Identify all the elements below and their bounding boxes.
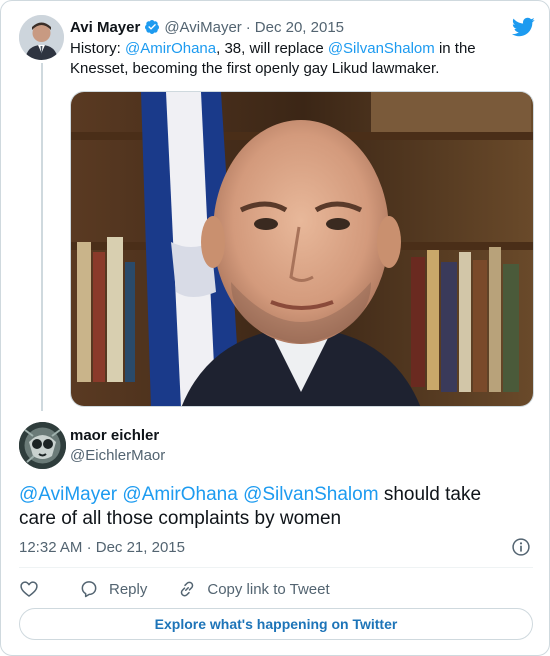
mention-link[interactable]: @AviMayer	[19, 484, 117, 505]
parent-author-name[interactable]: Avi Mayer	[70, 19, 140, 36]
heart-icon	[20, 581, 38, 597]
tweet-actions: Reply Copy link to Tweet	[19, 578, 360, 600]
like-button[interactable]	[19, 579, 49, 599]
thread-connector-line	[41, 63, 43, 411]
speech-bubble-icon	[81, 581, 97, 598]
tweet-date: Dec 21, 2015	[95, 539, 185, 556]
tweet-embed-card: Avi Mayer @AviMayer · Dec 20, 2015 Histo…	[0, 0, 550, 656]
copy-link-button[interactable]: Copy link to Tweet	[177, 579, 330, 599]
tweet-time: 12:32 AM	[19, 539, 83, 556]
parent-text-part: History:	[70, 40, 126, 57]
parent-handle[interactable]: @AviMayer	[164, 19, 241, 36]
explore-twitter-button[interactable]: Explore what's happening on Twitter	[19, 608, 533, 640]
link-icon	[181, 581, 194, 597]
parent-separator: ·	[245, 18, 251, 36]
mention-link[interactable]: @SilvanShalom	[328, 40, 435, 57]
explore-label: Explore what's happening on Twitter	[154, 616, 398, 632]
parent-tweet[interactable]: Avi Mayer @AviMayer · Dec 20, 2015 Histo…	[17, 13, 537, 413]
info-icon[interactable]	[511, 537, 531, 557]
author-name[interactable]: maor eichler	[70, 427, 159, 444]
parent-text-part: , 38, will replace	[216, 40, 328, 57]
parent-tweet-text: History: @AmirOhana, 38, will replace @S…	[70, 39, 500, 79]
parent-avatar[interactable]	[19, 15, 64, 60]
author-handle[interactable]: @EichlerMaor	[70, 447, 165, 464]
copy-link-label: Copy link to Tweet	[207, 580, 330, 598]
mention-link[interactable]: @AmirOhana	[122, 484, 237, 505]
tweet-timestamp[interactable]: 12:32 AM · Dec 21, 2015	[19, 539, 185, 556]
tweet-photo[interactable]	[70, 91, 534, 407]
timestamp-separator: ·	[86, 539, 92, 556]
reply-label: Reply	[109, 580, 148, 598]
parent-date[interactable]: Dec 20, 2015	[255, 19, 344, 36]
twitter-bird-icon[interactable]	[511, 15, 535, 39]
author-avatar[interactable]	[19, 422, 66, 469]
mention-link[interactable]: @AmirOhana	[125, 40, 216, 57]
verified-badge-icon	[145, 20, 160, 34]
parent-header: Avi Mayer @AviMayer · Dec 20, 2015	[70, 17, 344, 37]
mention-link[interactable]: @SilvanShalom	[243, 484, 378, 505]
divider	[19, 567, 533, 568]
tweet-text: @AviMayer @AmirOhana @SilvanShalom shoul…	[19, 483, 519, 531]
reply-button[interactable]: Reply	[79, 579, 147, 599]
